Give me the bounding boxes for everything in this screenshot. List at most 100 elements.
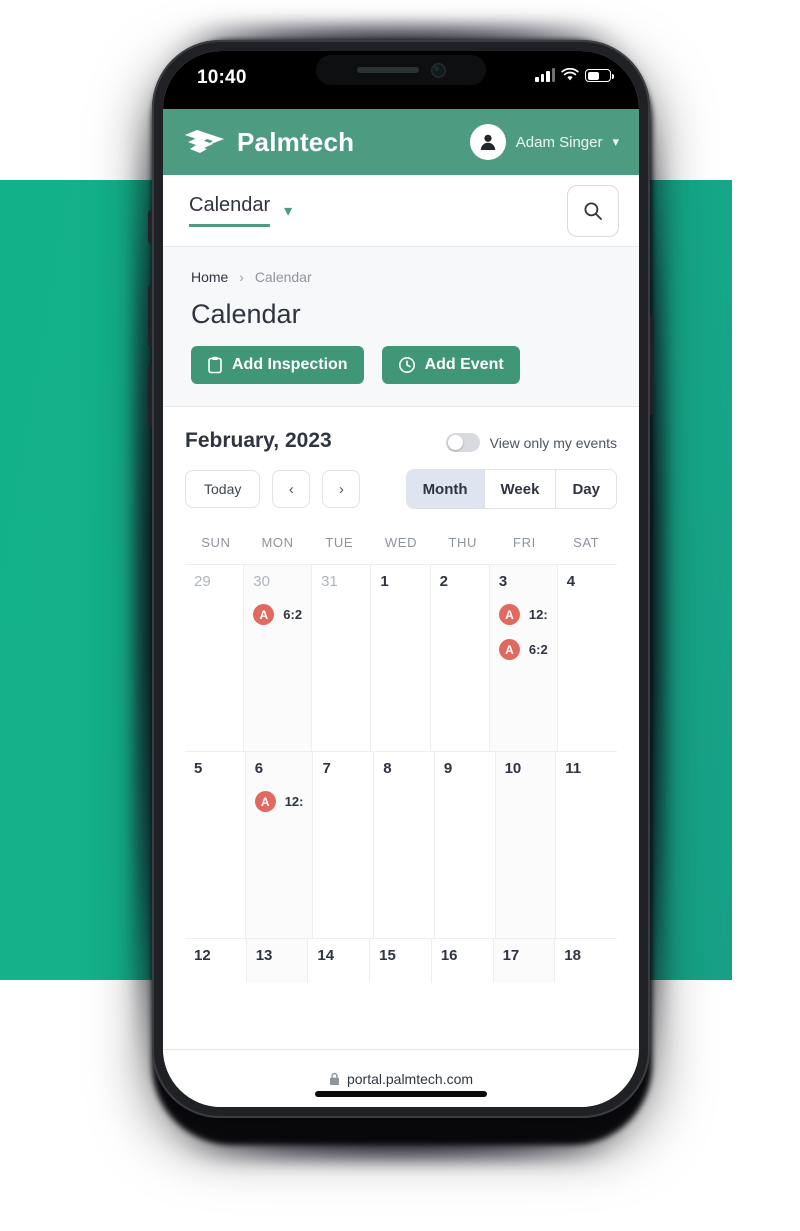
day-number: 15 — [379, 947, 396, 964]
calendar-day-cell[interactable]: 16 — [432, 939, 494, 983]
calendar-event[interactable]: A 6:2 — [253, 604, 302, 625]
calendar-day-cell[interactable]: 10 — [495, 752, 557, 938]
view-mode-day[interactable]: Day — [556, 470, 616, 508]
calendar-grid: SUN MON TUE WED THU FRI SAT 29 30 A 6:2 … — [185, 529, 617, 983]
day-number: 30 — [253, 573, 270, 590]
calendar-event[interactable]: A 12: — [254, 791, 304, 812]
calendar-day-cell[interactable]: 5 — [185, 752, 246, 938]
prev-period-button[interactable]: ‹ — [272, 470, 311, 508]
breadcrumb: Home › Calendar — [163, 247, 639, 285]
event-avatar: A — [498, 639, 520, 660]
day-number: 14 — [317, 947, 335, 964]
day-number: 17 — [502, 947, 520, 964]
day-number: 4 — [566, 573, 576, 590]
add-inspection-label: Add Inspection — [232, 356, 348, 373]
calendar-day-cell[interactable]: 31 — [312, 565, 372, 751]
lock-icon — [329, 1072, 339, 1085]
only-my-events-switch[interactable] — [445, 433, 480, 452]
calendar-day-cell[interactable]: 8 — [374, 752, 435, 938]
chevron-down-icon: ▾ — [612, 134, 619, 149]
breadcrumb-current: Calendar — [254, 269, 312, 285]
day-header-thu: THU — [448, 535, 477, 550]
calendar-day-cell[interactable]: 18 — [555, 939, 617, 983]
day-number: 2 — [439, 573, 448, 590]
event-avatar: A — [254, 791, 276, 812]
add-event-label: Add Event — [424, 356, 504, 373]
event-avatar: A — [253, 604, 275, 625]
calendar-day-cell[interactable]: 14 — [308, 939, 371, 983]
only-my-events-toggle-row[interactable]: View only my events — [445, 429, 617, 452]
wifi-icon — [561, 68, 579, 81]
search-button[interactable] — [567, 184, 619, 237]
clipboard-icon — [208, 356, 222, 374]
view-mode-segmented-control: Month Week Day — [405, 469, 617, 509]
calendar-week-row: 12 13 14 15 16 17 18 — [185, 938, 617, 983]
calendar-day-cell[interactable]: 11 — [556, 752, 617, 938]
day-number: 6 — [254, 760, 264, 777]
day-header-wed: WED — [384, 535, 418, 550]
day-header-sun: SUN — [201, 535, 231, 550]
calendar-header-row: February, 2023 View only my events — [185, 429, 617, 453]
user-menu[interactable]: Adam Singer ▾ — [469, 124, 619, 160]
page-content-top: Home › Calendar Calendar Add Inspection … — [163, 247, 639, 407]
day-header-fri: FRI — [513, 535, 536, 550]
calendar-event[interactable]: A 12: — [498, 604, 548, 625]
day-header-sat: SAT — [573, 535, 600, 550]
status-bar: 10:40 — [163, 51, 639, 109]
day-number: 3 — [498, 573, 508, 590]
page-scroll-area[interactable]: Home › Calendar Calendar Add Inspection … — [163, 247, 639, 1049]
calendar-panel: February, 2023 View only my events Today… — [163, 407, 639, 983]
home-indicator[interactable] — [315, 1091, 487, 1097]
event-time: 6:2 — [283, 607, 303, 622]
next-period-button[interactable]: › — [322, 470, 361, 508]
dynamic-island — [316, 55, 486, 85]
calendar-day-cell[interactable]: 1 — [371, 565, 431, 751]
event-time: 12: — [284, 794, 304, 809]
day-number: 12 — [194, 947, 211, 964]
add-inspection-button[interactable]: Add Inspection — [191, 346, 364, 384]
calendar-week-row: 5 6 A 12: 7 8 9 10 11 — [185, 751, 617, 938]
app-header: Palmtech Adam Singer ▾ — [163, 109, 639, 175]
day-number: 1 — [380, 573, 389, 590]
brand-lockup[interactable]: Palmtech — [183, 127, 354, 158]
speaker-slot-icon — [356, 67, 419, 73]
view-mode-month[interactable]: Month — [406, 470, 485, 508]
day-header-mon: MON — [261, 535, 294, 550]
calendar-day-headers: SUN MON TUE WED THU FRI SAT — [185, 529, 617, 564]
calendar-day-cell[interactable]: 30 A 6:2 — [244, 565, 313, 751]
chevron-down-icon: ▾ — [284, 202, 293, 220]
calendar-day-cell[interactable]: 7 — [313, 752, 375, 938]
calendar-event[interactable]: A 6:2 — [498, 639, 548, 660]
phone-bezel: 10:40 Palmtech Adam Singer ▾ Calendar ▾ … — [163, 51, 639, 1107]
day-number: 9 — [443, 760, 453, 777]
calendar-day-cell[interactable]: 13 — [246, 939, 309, 983]
calendar-day-cell[interactable]: 6 A 12: — [245, 752, 314, 938]
module-selector[interactable]: Calendar ▾ — [189, 194, 292, 227]
calendar-day-cell[interactable]: 17 — [493, 939, 556, 983]
day-number: 18 — [564, 947, 581, 964]
event-avatar: A — [498, 604, 520, 625]
calendar-day-cell[interactable]: 12 — [185, 939, 247, 983]
today-button[interactable]: Today — [185, 470, 261, 508]
calendar-day-cell[interactable]: 29 — [185, 565, 245, 751]
view-mode-week[interactable]: Week — [484, 470, 557, 508]
page-actions: Add Inspection Add Event — [163, 330, 639, 406]
day-number: 11 — [565, 760, 582, 777]
add-event-button[interactable]: Add Event — [381, 346, 520, 384]
calendar-day-cell[interactable]: 2 — [431, 565, 490, 751]
browser-url-bar[interactable]: portal.palmtech.com — [163, 1049, 639, 1107]
calendar-day-cell[interactable]: 4 — [558, 565, 617, 751]
brand-name: Palmtech — [237, 126, 355, 157]
calendar-month-label: February, 2023 — [185, 429, 332, 452]
status-bar-clock: 10:40 — [197, 67, 247, 88]
day-number: 31 — [321, 573, 338, 590]
only-my-events-label: View only my events — [489, 434, 617, 451]
front-camera-icon — [430, 62, 446, 78]
avatar — [469, 124, 506, 160]
calendar-day-cell[interactable]: 9 — [435, 752, 496, 938]
breadcrumb-home[interactable]: Home — [191, 269, 228, 285]
calendar-day-cell[interactable]: 15 — [370, 939, 432, 983]
calendar-day-cell[interactable]: 3 A 12: A 6:2 — [489, 565, 558, 751]
signal-bars-icon — [535, 68, 555, 82]
day-number: 13 — [255, 947, 273, 964]
